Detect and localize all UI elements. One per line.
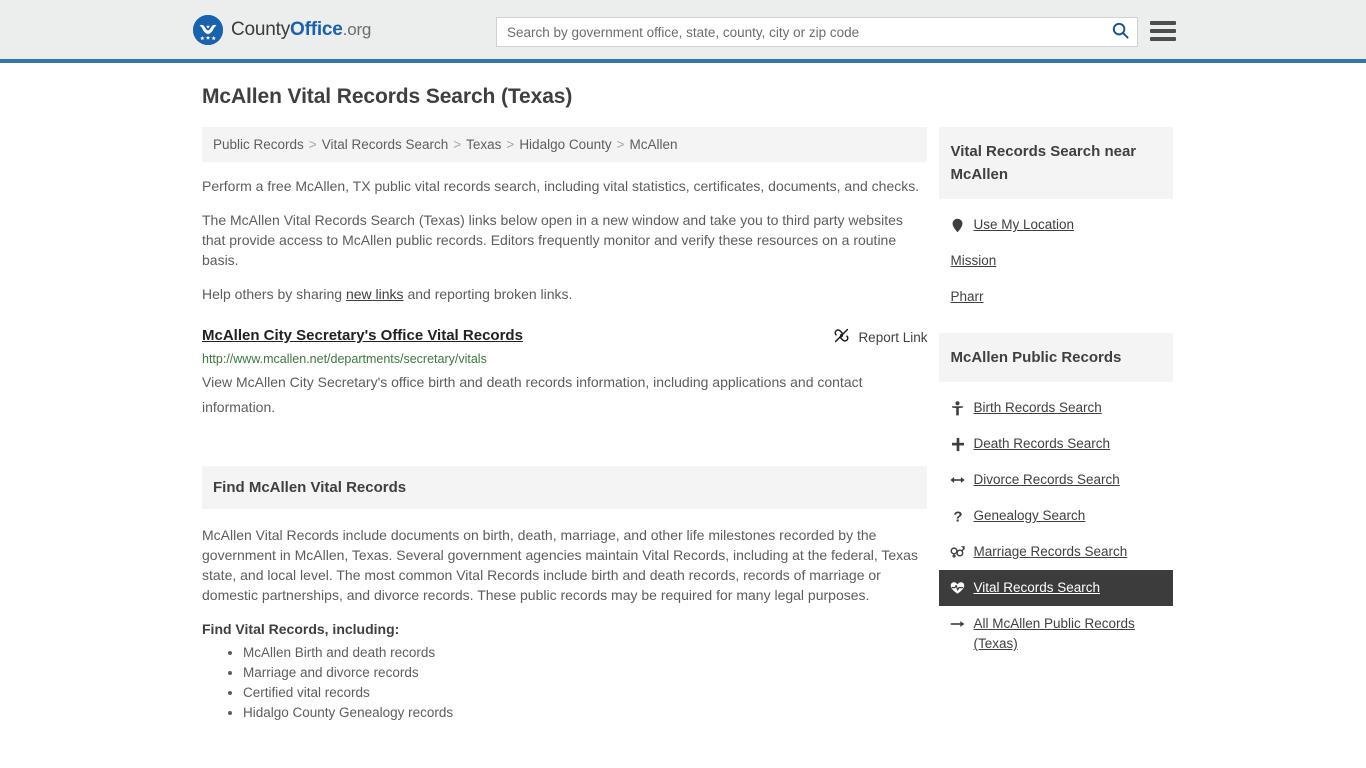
sidebar-item-label: Pharr [950, 289, 984, 304]
intro-paragraph-3: Help others by sharing new links and rep… [202, 284, 927, 304]
sidebar-item-mission[interactable]: Mission [939, 243, 1173, 279]
brand-wordmark: CountyOffice.org [231, 19, 371, 41]
sidebar-panel-near: Vital Records Search near McAllen Use My… [939, 127, 1173, 315]
sidebar-item-marriage-records-search[interactable]: Marriage Records Search [939, 534, 1173, 570]
share-text-after: and reporting broken links. [403, 286, 573, 302]
broken-link-icon [833, 327, 850, 347]
hamburger-menu-icon[interactable] [1150, 19, 1176, 43]
intro-paragraph-2: The McAllen Vital Records Search (Texas)… [202, 212, 903, 268]
find-records-paragraph: McAllen Vital Records include documents … [202, 527, 918, 603]
sidebar: Vital Records Search near McAllen Use My… [939, 127, 1173, 680]
sidebar-item-vital-records-search[interactable]: Vital Records Search [939, 570, 1173, 606]
heart-pulse-icon [950, 578, 965, 598]
brand-part-org: .org [342, 19, 372, 39]
breadcrumb-separator: > [453, 137, 462, 152]
page-title: McAllen Vital Records Search (Texas) [202, 85, 573, 108]
hamburger-bar [1150, 29, 1176, 33]
find-records-subheading: Find Vital Records, including: [202, 621, 400, 637]
sidebar-item-use-my-location[interactable]: Use My Location [939, 207, 1173, 243]
result-title-link[interactable]: McAllen City Secretary's Office Vital Re… [202, 326, 523, 346]
question-mark-icon: ? [950, 506, 965, 526]
sidebar-item-label: Divorce Records Search [973, 472, 1120, 487]
result-description: View McAllen City Secretary's office bir… [202, 374, 863, 415]
find-records-list: McAllen Birth and death records Marriage… [202, 643, 927, 723]
search-button[interactable] [1103, 18, 1137, 46]
brand-logo-link[interactable]: CountyOffice.org [193, 14, 371, 45]
breadcrumb-separator: > [506, 137, 515, 152]
sidebar-public-records-heading: McAllen Public Records [939, 333, 1173, 382]
list-item: Marriage and divorce records [243, 663, 927, 683]
venus-mars-icon [950, 542, 966, 562]
breadcrumb-item-texas[interactable]: Texas [466, 137, 501, 152]
main-content: Public Records > Vital Records Search > Texa… [202, 127, 928, 723]
breadcrumb-separator: > [616, 137, 625, 152]
site-header: CountyOffice.org [0, 0, 1366, 63]
map-pin-icon [950, 215, 965, 235]
breadcrumb-item-hidalgo-county[interactable]: Hidalgo County [519, 137, 611, 152]
breadcrumb-item-mcallen[interactable]: McAllen [630, 137, 678, 152]
sidebar-item-birth-records-search[interactable]: Birth Records Search [939, 390, 1173, 426]
list-item: Certified vital records [243, 683, 927, 703]
list-item: McAllen Birth and death records [243, 643, 927, 663]
search-icon [1112, 22, 1129, 42]
search-input[interactable] [497, 18, 1103, 46]
hamburger-bar [1150, 21, 1176, 25]
breadcrumb-separator: > [308, 137, 317, 152]
baby-icon [950, 398, 965, 418]
sidebar-item-label: Use My Location [973, 217, 1075, 232]
sidebar-item-divorce-records-search[interactable]: Divorce Records Search [939, 462, 1173, 498]
brand-part-county: County [231, 18, 291, 40]
result-url: http://www.mcallen.net/departments/secre… [202, 352, 487, 366]
sidebar-item-label: Birth Records Search [973, 400, 1102, 415]
svg-text:?: ? [953, 508, 962, 524]
sidebar-panel-public-records: McAllen Public Records Birth Records Sea… [939, 333, 1173, 662]
hamburger-bar [1150, 37, 1176, 41]
brand-part-office: Office [290, 18, 343, 40]
result-item: McAllen City Secretary's Office Vital Re… [202, 326, 927, 420]
sidebar-item-label: All McAllen Public Records (Texas) [973, 616, 1135, 651]
report-link-label: Report Link [858, 329, 928, 345]
find-records-section-heading: Find McAllen Vital Records [202, 466, 928, 509]
sidebar-item-label: Death Records Search [973, 436, 1111, 451]
breadcrumb-item-vital-records-search[interactable]: Vital Records Search [322, 137, 449, 152]
sidebar-near-heading: Vital Records Search near McAllen [939, 127, 1173, 199]
eagle-stars-logo-icon [193, 14, 223, 45]
search-bar[interactable] [496, 17, 1138, 47]
sidebar-item-pharr[interactable]: Pharr [939, 279, 1173, 315]
page-body: McAllen Vital Records Search (Texas) Pub… [0, 63, 1366, 723]
new-links-link[interactable]: new links [346, 286, 404, 302]
sidebar-item-label: Vital Records Search [973, 580, 1101, 595]
left-right-arrow-icon [950, 470, 966, 490]
sidebar-item-genealogy-search[interactable]: ? Genealogy Search [939, 498, 1173, 534]
breadcrumb: Public Records > Vital Records Search > Texa… [202, 127, 928, 162]
sidebar-item-label: Marriage Records Search [973, 544, 1128, 559]
sidebar-item-death-records-search[interactable]: Death Records Search [939, 426, 1173, 462]
sidebar-item-all-public-records[interactable]: All McAllen Public Records (Texas) [939, 606, 1173, 662]
sidebar-item-label: Genealogy Search [973, 508, 1086, 523]
sidebar-item-label: Mission [950, 253, 997, 268]
share-text-before: Help others by sharing [202, 286, 346, 302]
arrow-right-icon [950, 614, 965, 634]
report-link-button[interactable]: Report Link [833, 327, 927, 347]
intro-paragraph-1: Perform a free McAllen, TX public vital … [202, 178, 920, 194]
breadcrumb-item-public-records[interactable]: Public Records [213, 137, 304, 152]
cross-icon [950, 434, 965, 454]
find-records-section-body: McAllen Vital Records include documents … [202, 509, 927, 723]
list-item: Hidalgo County Genealogy records [243, 703, 927, 723]
